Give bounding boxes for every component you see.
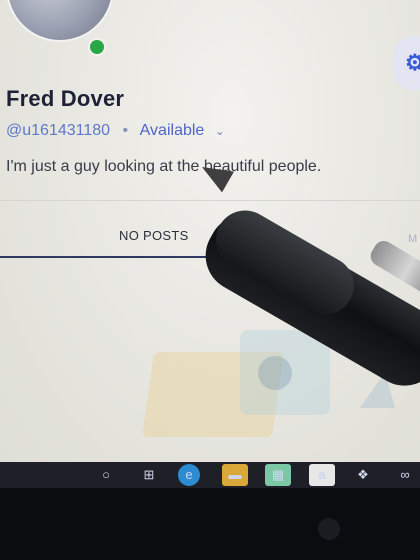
handle-row: @u161431180 • Available ⌄: [6, 122, 225, 140]
edge-icon[interactable]: e: [178, 464, 200, 486]
file-explorer-icon[interactable]: ▬: [222, 464, 248, 486]
screen-glare: [258, 356, 292, 390]
photo: ⚙ Fred Dover @u161431180 • Available ⌄ I…: [0, 0, 420, 560]
profile-name: Fred Dover: [6, 86, 125, 111]
status-dropdown[interactable]: Available: [140, 122, 205, 139]
separator: •: [122, 122, 129, 139]
infinity-icon[interactable]: ∞: [392, 464, 418, 486]
amazon-icon[interactable]: a: [309, 464, 335, 486]
taskbar: ○ ⊞ e ▬ ▦ a ❖ ∞: [0, 462, 420, 488]
divider: [0, 200, 420, 201]
tab-partial[interactable]: M: [408, 233, 417, 245]
calendar-icon[interactable]: ▦: [265, 464, 291, 486]
settings-button[interactable]: ⚙: [393, 36, 420, 90]
tab-posts[interactable]: NO POSTS: [119, 228, 189, 243]
avatar[interactable]: [8, 0, 112, 40]
task-view-icon[interactable]: ⊞: [136, 464, 162, 486]
profile-handle: @u161431180: [6, 122, 111, 139]
dropbox-icon[interactable]: ❖: [350, 464, 376, 486]
bezel-logo-icon: [318, 518, 340, 540]
chevron-down-icon[interactable]: ⌄: [215, 124, 225, 138]
search-icon[interactable]: ○: [93, 464, 119, 486]
profile-bio: I'm just a guy looking at the beautiful …: [6, 158, 322, 175]
gear-icon: ⚙: [405, 50, 420, 75]
monitor-bezel: [0, 488, 420, 560]
status-dot-icon: [90, 40, 104, 54]
monitor-screen: ⚙ Fred Dover @u161431180 • Available ⌄ I…: [0, 0, 420, 462]
